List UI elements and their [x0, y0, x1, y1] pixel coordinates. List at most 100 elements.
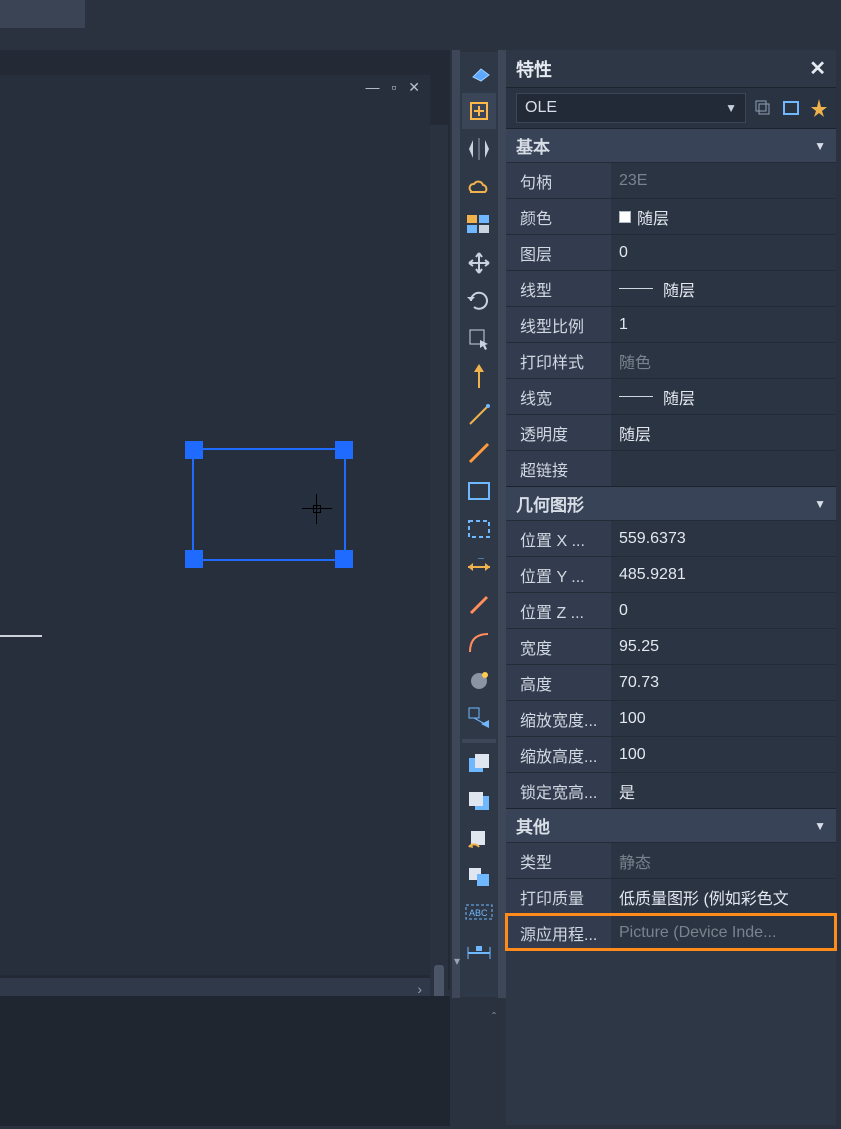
prop-label: 打印样式: [506, 343, 611, 378]
selected-ole-object[interactable]: [192, 448, 346, 561]
layers-back-icon[interactable]: [462, 783, 496, 819]
grip-top-left[interactable]: [185, 441, 203, 459]
palette-scroll[interactable]: ˆ: [490, 1000, 506, 1120]
select-objects-icon[interactable]: [780, 97, 802, 119]
section-other[interactable]: 其他 ▼: [506, 808, 836, 842]
section-basic-rows: 句柄23E 颜色随层 图层0 线型随层 线型比例1 打印样式随色 线宽随层 透明…: [506, 162, 836, 486]
properties-panel: 特性 ✕ OLE ▼ 基本 ▼ 句柄23E 颜色随层 图层0 线型随层 线型比例…: [506, 50, 836, 1125]
tool-palette: ABC: [460, 52, 498, 997]
prop-label: 线宽: [506, 379, 611, 414]
collapse-icon: ▼: [814, 139, 826, 153]
properties-title: 特性: [516, 56, 552, 82]
prop-label: 线型: [506, 271, 611, 306]
prop-label: 位置 Z ...: [506, 593, 611, 628]
prop-value[interactable]: 100: [611, 737, 836, 772]
prop-value[interactable]: 低质量图形 (例如彩色文: [611, 879, 836, 914]
move-icon[interactable]: [462, 245, 496, 281]
add-selection-icon[interactable]: [462, 93, 496, 129]
viewport-window-controls[interactable]: — ▫ ✕: [366, 79, 424, 96]
quick-select-icon[interactable]: [808, 97, 830, 119]
command-area[interactable]: [0, 996, 450, 1126]
line-orange-icon[interactable]: [462, 435, 496, 471]
grip-top-right[interactable]: [335, 441, 353, 459]
prop-label: 线型比例: [506, 307, 611, 342]
sun-icon[interactable]: [462, 663, 496, 699]
rotate-icon[interactable]: [462, 283, 496, 319]
linetype-preview-icon: [619, 288, 653, 289]
section-basic-label: 基本: [516, 133, 550, 158]
object-type-value: OLE: [525, 99, 557, 117]
palette-separator: [462, 739, 496, 743]
chevron-down-icon: ▼: [725, 101, 737, 115]
layers-front-icon[interactable]: [462, 745, 496, 781]
rectangle-blue-icon[interactable]: [462, 473, 496, 509]
prop-value[interactable]: 100: [611, 701, 836, 736]
prop-row-source-app: 源应用程...Picture (Device Inde...: [506, 914, 836, 950]
prop-label: 图层: [506, 235, 611, 270]
close-icon[interactable]: ✕: [809, 56, 826, 81]
prop-value[interactable]: 485.9281: [611, 557, 836, 592]
prop-value[interactable]: 0: [611, 593, 836, 628]
dimension-icon[interactable]: [462, 549, 496, 585]
prop-label: 源应用程...: [506, 915, 611, 950]
prop-label: 位置 X ...: [506, 521, 611, 556]
prop-value[interactable]: 是: [611, 773, 836, 808]
prop-value[interactable]: 559.6373: [611, 521, 836, 556]
prop-value[interactable]: 随层: [611, 415, 836, 450]
prop-value[interactable]: 1: [611, 307, 836, 342]
prop-value[interactable]: 0: [611, 235, 836, 270]
dock-separator-left[interactable]: [452, 50, 460, 998]
line-diagonal-icon[interactable]: [462, 397, 496, 433]
color-swatch-icon: [619, 211, 631, 223]
prop-value[interactable]: 随层: [611, 271, 836, 306]
section-geometry-rows: 位置 X ...559.6373 位置 Y ...485.9281 位置 Z .…: [506, 520, 836, 808]
cloud-icon[interactable]: [462, 169, 496, 205]
object-type-selector[interactable]: OLE ▼: [516, 93, 746, 123]
prop-value[interactable]: [611, 451, 836, 486]
prop-value[interactable]: 70.73: [611, 665, 836, 700]
dimension-h-icon[interactable]: [462, 935, 496, 971]
collapse-icon: ▼: [814, 819, 826, 833]
abc-text-icon[interactable]: ABC: [462, 897, 496, 933]
section-other-rows: 类型静态 打印质量低质量图形 (例如彩色文 源应用程...Picture (De…: [506, 842, 836, 950]
prop-label: 超链接: [506, 451, 611, 486]
line-slash-icon[interactable]: [462, 587, 496, 623]
prop-label: 缩放宽度...: [506, 701, 611, 736]
prop-value[interactable]: Picture (Device Inde...: [611, 915, 836, 950]
prop-label: 缩放高度...: [506, 737, 611, 772]
section-basic[interactable]: 基本 ▼: [506, 128, 836, 162]
select-window-icon[interactable]: [462, 321, 496, 357]
prop-value[interactable]: 随色: [611, 343, 836, 378]
prop-value[interactable]: 95.25: [611, 629, 836, 664]
grip-bottom-left[interactable]: [185, 550, 203, 568]
prop-label: 打印质量: [506, 879, 611, 914]
canvas-area: — ▫ ✕: [0, 50, 450, 990]
axis-tick: [0, 635, 42, 637]
layers-swap-icon[interactable]: [462, 859, 496, 895]
lineweight-preview-icon: [619, 396, 653, 397]
grip-bottom-right[interactable]: [335, 550, 353, 568]
eraser-icon[interactable]: [462, 55, 496, 91]
prop-label: 高度: [506, 665, 611, 700]
tab-stub: [0, 0, 85, 28]
connector-icon[interactable]: [462, 701, 496, 737]
mirror-icon[interactable]: [462, 131, 496, 167]
prop-value[interactable]: 23E: [611, 163, 836, 198]
dock-separator-right[interactable]: [498, 50, 506, 998]
viewport-scrollbar[interactable]: [430, 125, 448, 1015]
prop-value[interactable]: 静态: [611, 843, 836, 878]
prop-label: 位置 Y ...: [506, 557, 611, 592]
rectangle-dashed-icon[interactable]: [462, 511, 496, 547]
toggle-pickadd-icon[interactable]: [752, 97, 774, 119]
section-geometry[interactable]: 几何图形 ▼: [506, 486, 836, 520]
bring-forward-icon[interactable]: [462, 821, 496, 857]
section-other-label: 其他: [516, 813, 550, 838]
prop-value[interactable]: 随层: [611, 199, 836, 234]
arrow-up-icon[interactable]: [462, 359, 496, 395]
prop-label: 透明度: [506, 415, 611, 450]
color-grid-icon[interactable]: [462, 207, 496, 243]
section-geometry-label: 几何图形: [516, 491, 584, 516]
arc-icon[interactable]: [462, 625, 496, 661]
prop-value[interactable]: 随层: [611, 379, 836, 414]
properties-title-bar[interactable]: 特性 ✕: [506, 50, 836, 88]
